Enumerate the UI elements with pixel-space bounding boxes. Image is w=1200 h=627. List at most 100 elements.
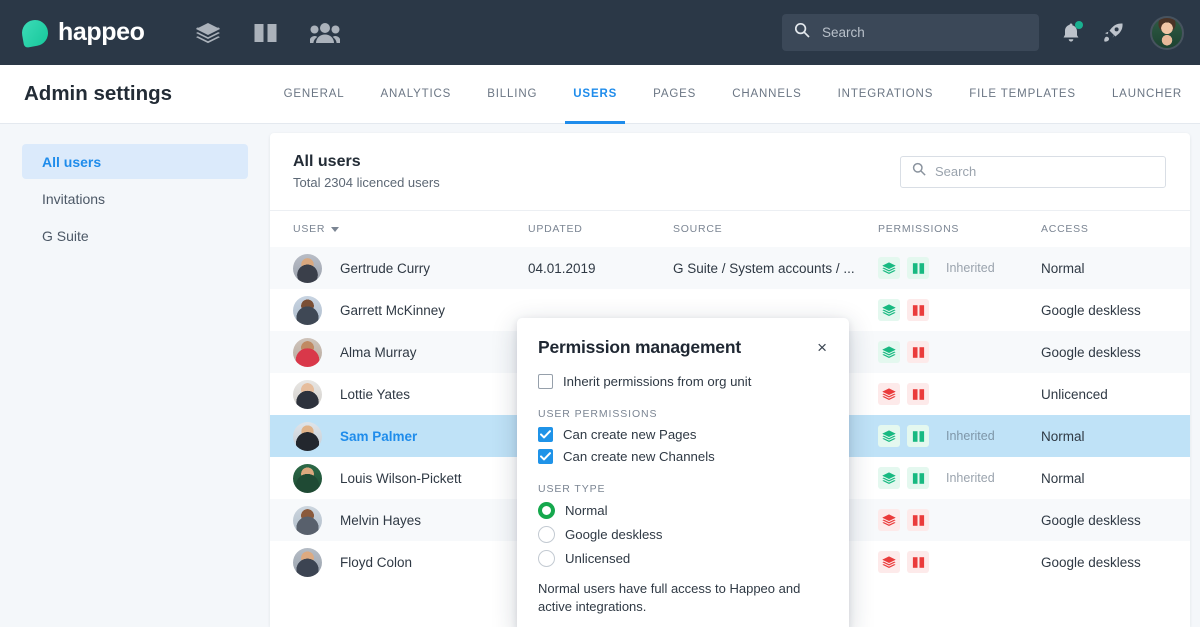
user-type-heading: USER TYPE <box>538 483 606 495</box>
happeo-logo[interactable]: happeo <box>19 17 145 48</box>
admin-tabs: GENERAL ANALYTICS BILLING USERS PAGES CH… <box>266 65 1200 124</box>
user-name: Melvin Hayes <box>340 512 422 528</box>
rocket-icon[interactable] <box>1103 22 1124 43</box>
pages-book-icon[interactable] <box>253 22 278 44</box>
updated-cell: 04.01.2019 <box>528 260 596 276</box>
sidebar-item-all-users[interactable]: All users <box>22 144 248 179</box>
notification-badge-dot <box>1075 21 1083 29</box>
column-header-source[interactable]: SOURCE <box>673 223 878 235</box>
pages-permission-icon[interactable] <box>907 467 929 489</box>
sidebar-item-invitations[interactable]: Invitations <box>22 181 248 216</box>
channels-permission-icon[interactable] <box>878 467 900 489</box>
user-type-normal-row[interactable]: Normal <box>538 502 828 519</box>
can-create-channels-checkbox[interactable] <box>538 449 553 464</box>
user-type-unlicensed-row[interactable]: Unlicensed <box>538 550 828 567</box>
page-title: Admin settings <box>24 82 173 105</box>
user-name: Lottie Yates <box>340 386 411 402</box>
user-name: Floyd Colon <box>340 554 413 570</box>
table-row[interactable]: Gertrude Curry 04.01.2019 G Suite / System… <box>270 247 1190 289</box>
people-icon[interactable] <box>309 22 340 44</box>
pages-permission-icon[interactable] <box>907 299 929 321</box>
access-cell: Google deskless <box>1041 554 1141 570</box>
column-header-updated[interactable]: UPDATED <box>528 223 673 235</box>
pages-permission-icon[interactable] <box>907 257 929 279</box>
user-cell: Louis Wilson-Pickett <box>293 463 528 493</box>
access-cell: Google deskless <box>1041 344 1141 360</box>
global-search-box[interactable] <box>782 14 1039 51</box>
users-search-box[interactable] <box>900 155 1166 188</box>
permissions-cell <box>878 341 1041 363</box>
access-cell: Google deskless <box>1041 302 1141 318</box>
settings-sidebar: All users Invitations G Suite <box>0 124 270 627</box>
user-cell: Floyd Colon <box>293 547 528 577</box>
user-cell: Garrett McKinney <box>293 295 528 325</box>
avatar <box>293 295 322 325</box>
search-icon <box>794 22 810 43</box>
search-icon <box>912 162 926 181</box>
user-name: Louis Wilson-Pickett <box>340 470 462 486</box>
channels-permission-icon[interactable] <box>878 551 900 573</box>
tab-pages[interactable]: PAGES <box>635 65 714 123</box>
inherited-label: Inherited <box>946 261 995 275</box>
user-name: Alma Murray <box>340 344 417 360</box>
can-create-pages-row[interactable]: Can create new Pages <box>538 427 828 442</box>
user-cell: Lottie Yates <box>293 379 528 409</box>
permissions-cell: Inherited <box>878 257 1041 279</box>
user-name: Gertrude Curry <box>340 260 431 276</box>
user-type-google-deskless-radio[interactable] <box>538 526 555 543</box>
tab-file-templates[interactable]: FILE TEMPLATES <box>951 65 1094 123</box>
channels-permission-icon[interactable] <box>878 299 900 321</box>
permissions-cell <box>878 383 1041 405</box>
dialog-title: Permission management <box>538 337 741 357</box>
pages-permission-icon[interactable] <box>907 341 929 363</box>
channels-permission-icon[interactable] <box>878 425 900 447</box>
user-type-normal-radio[interactable] <box>538 502 555 519</box>
user-type-google-deskless-row[interactable]: Google deskless <box>538 526 828 543</box>
users-search-input[interactable] <box>935 164 1154 179</box>
user-type-unlicensed-radio[interactable] <box>538 550 555 567</box>
tab-users[interactable]: USERS <box>555 65 635 124</box>
tab-channels[interactable]: CHANNELS <box>714 65 819 123</box>
pages-permission-icon[interactable] <box>907 383 929 405</box>
user-avatar[interactable] <box>1150 15 1184 50</box>
pages-permission-icon[interactable] <box>907 509 929 531</box>
user-name: Garrett McKinney <box>340 302 446 318</box>
tab-integrations[interactable]: INTEGRATIONS <box>820 65 952 123</box>
notifications-bell-icon[interactable] <box>1061 21 1083 43</box>
close-icon[interactable]: × <box>816 337 828 358</box>
user-type-normal-label: Normal <box>565 503 608 518</box>
chevron-down-icon <box>331 226 340 232</box>
can-create-channels-row[interactable]: Can create new Channels <box>538 449 828 464</box>
channels-permission-icon[interactable] <box>878 509 900 531</box>
user-cell: Alma Murray <box>293 337 528 367</box>
channels-icon[interactable] <box>195 21 221 45</box>
can-create-pages-checkbox[interactable] <box>538 427 553 442</box>
column-header-permissions[interactable]: PERMISSIONS <box>878 223 1041 235</box>
tab-analytics[interactable]: ANALYTICS <box>363 65 470 123</box>
user-permissions-heading: USER PERMISSIONS <box>538 408 658 420</box>
channels-permission-icon[interactable] <box>878 383 900 405</box>
sidebar-item-g-suite[interactable]: G Suite <box>22 218 248 253</box>
tab-launcher[interactable]: LAUNCHER <box>1094 65 1200 123</box>
avatar <box>293 463 322 493</box>
inherit-permissions-row[interactable]: Inherit permissions from org unit <box>538 374 828 389</box>
channels-permission-icon[interactable] <box>878 341 900 363</box>
user-cell: Gertrude Curry <box>293 253 528 283</box>
top-bar-actions <box>1061 15 1184 50</box>
column-header-user[interactable]: USER <box>293 223 528 235</box>
avatar <box>293 253 322 283</box>
column-header-access[interactable]: ACCESS <box>1041 223 1190 235</box>
tab-general[interactable]: GENERAL <box>266 65 363 123</box>
avatar <box>293 379 322 409</box>
app-page: happeo Search Admin settings GENERAL ANA… <box>0 0 1200 627</box>
dialog-header: Permission management × <box>538 337 828 358</box>
tab-billing[interactable]: BILLING <box>469 65 555 123</box>
pages-permission-icon[interactable] <box>907 425 929 447</box>
can-create-channels-label: Can create new Channels <box>563 449 715 464</box>
pages-permission-icon[interactable] <box>907 551 929 573</box>
access-cell: Normal <box>1041 470 1085 486</box>
permissions-cell <box>878 509 1041 531</box>
inherit-permissions-checkbox[interactable] <box>538 374 553 389</box>
channels-permission-icon[interactable] <box>878 257 900 279</box>
global-search-input[interactable] <box>822 25 1027 40</box>
